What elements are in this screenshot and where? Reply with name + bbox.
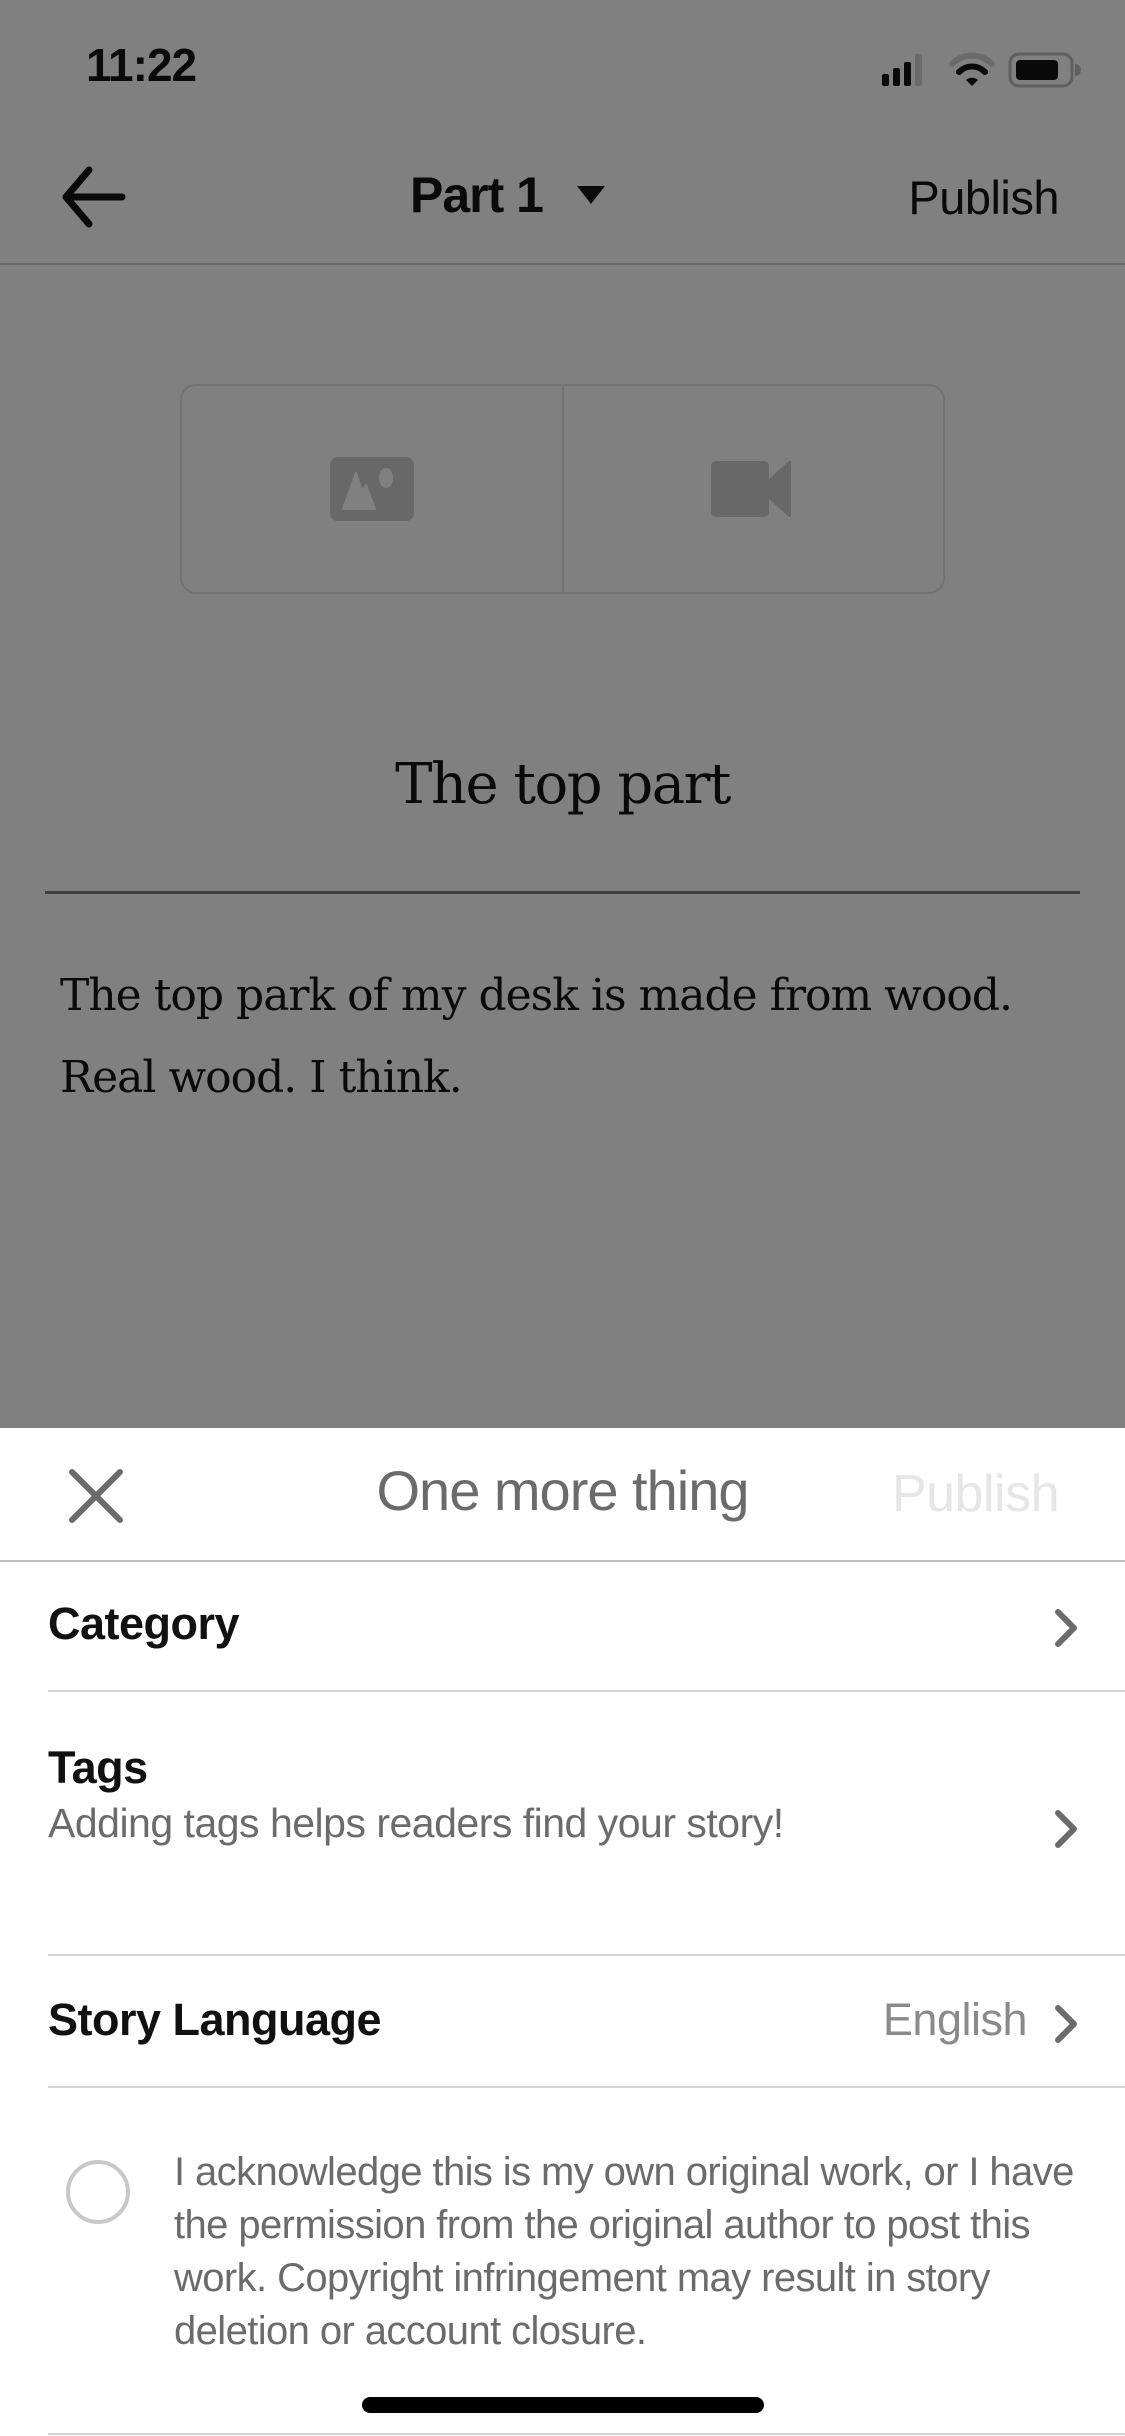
sheet-publish-button[interactable]: Publish	[892, 1464, 1060, 1524]
chevron-right-icon	[1055, 1609, 1077, 1647]
add-video-button[interactable]	[561, 386, 944, 592]
media-picker	[180, 384, 945, 594]
row-tags[interactable]: Tags Adding tags helps readers find your…	[0, 1692, 1125, 1956]
image-icon	[329, 457, 414, 521]
status-time: 11:22	[86, 39, 197, 91]
cellular-signal-icon	[882, 54, 922, 86]
row-story-language[interactable]: Story Language English	[0, 1956, 1125, 2088]
chevron-right-icon	[1055, 2005, 1077, 2043]
row-label: Category	[48, 1598, 240, 1649]
story-body[interactable]: The top park of my desk is made from woo…	[60, 955, 1070, 1119]
acknowledge-radio[interactable]	[66, 2160, 130, 2224]
caret-down-icon	[576, 186, 605, 204]
row-value: English	[882, 1994, 1028, 2045]
wifi-icon	[949, 52, 995, 86]
chevron-right-icon	[1055, 1810, 1077, 1848]
add-image-button[interactable]	[182, 386, 562, 592]
publish-sheet: One more thing Publish Category Tags Add…	[0, 1428, 1125, 2436]
status-icons	[882, 52, 1081, 88]
part-selector[interactable]: Part 1	[410, 166, 605, 224]
publish-button[interactable]: Publish	[908, 170, 1059, 225]
row-category[interactable]: Category	[0, 1562, 1125, 1692]
row-subtitle: Adding tags helps readers find your stor…	[48, 1800, 784, 1846]
story-title[interactable]: The top part	[0, 752, 1125, 817]
nav-divider	[0, 263, 1125, 265]
row-label: Tags	[48, 1742, 148, 1793]
part-title: Part 1	[410, 167, 544, 223]
arrow-left-icon	[62, 166, 126, 228]
editor-screen: 11:22 Part 1 Publish The top part The to…	[0, 0, 1125, 1428]
battery-icon	[1008, 52, 1081, 88]
home-indicator[interactable]	[362, 2397, 764, 2413]
acknowledgement-text[interactable]: I acknowledge this is my own original wo…	[174, 2146, 1074, 2358]
back-button[interactable]	[56, 160, 136, 240]
row-label: Story Language	[48, 1994, 382, 2045]
row-divider	[48, 2086, 1125, 2088]
bottom-divider	[48, 2433, 1125, 2435]
acknowledgement: I acknowledge this is my own original wo…	[0, 2150, 1125, 2410]
video-camera-icon	[711, 461, 792, 517]
title-divider	[45, 891, 1080, 894]
